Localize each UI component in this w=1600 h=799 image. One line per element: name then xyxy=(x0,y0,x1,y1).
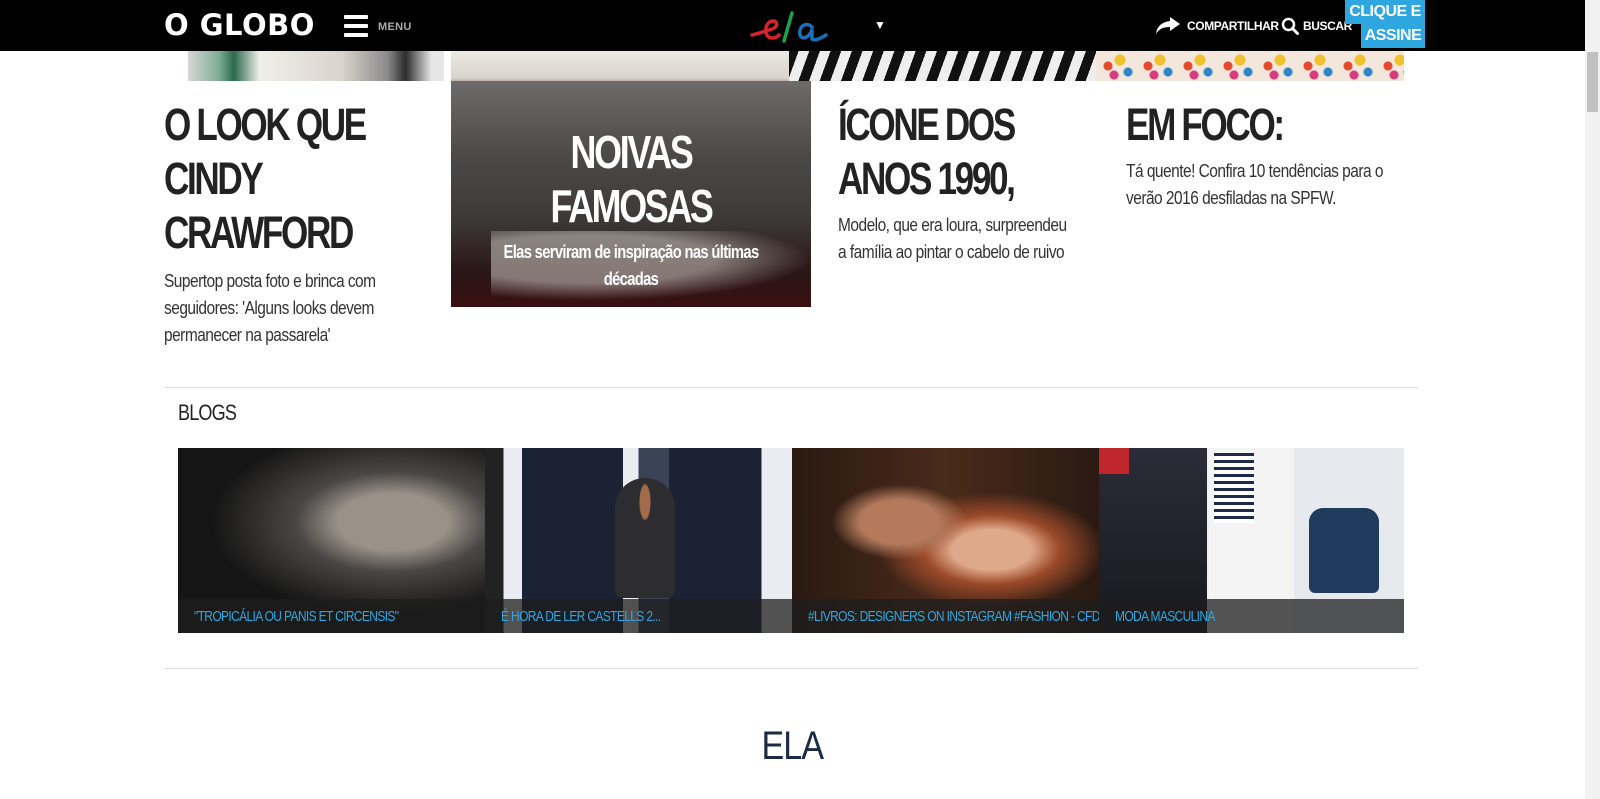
blog-card-caption-bar: É HORA DE LER CASTELLS 2... xyxy=(485,599,792,633)
story-em-foco[interactable]: EM FOCO: Tá quente! Confira 10 tendência… xyxy=(1126,98,1386,212)
story-icone-anos-1990[interactable]: ÍCONE DOS ANOS 1990, Modelo, que era lou… xyxy=(838,98,1088,266)
blog-card-caption-bar: "TROPICÁLIA OU PANIS ET CIRCENSIS" xyxy=(178,599,485,633)
blog-card-caption[interactable]: "TROPICÁLIA OU PANIS ET CIRCENSIS" xyxy=(194,608,399,625)
blog-card-caption[interactable]: MODA MASCULINA xyxy=(1115,608,1215,625)
section-heading-ela: ELA xyxy=(761,724,825,768)
blog-card[interactable]: "TROPICÁLIA OU PANIS ET CIRCENSIS" xyxy=(178,448,485,633)
section-divider xyxy=(164,387,1418,388)
story-dek: Tá quente! Confira 10 tendências para o … xyxy=(1126,161,1384,208)
striped-shirt-image xyxy=(1214,453,1254,523)
subscribe-button[interactable]: CLIQUE E ASSINE xyxy=(1345,0,1425,49)
blog-card[interactable]: MODA MASCULINA xyxy=(1099,448,1404,633)
blogs-section-title: BLOGS xyxy=(178,400,237,425)
backpack-image xyxy=(1309,508,1379,593)
share-arrow-icon xyxy=(1156,17,1180,34)
story-headline[interactable]: ÍCONE DOS ANOS 1990, xyxy=(838,98,1033,206)
blog-card-person xyxy=(615,478,675,598)
hamburger-menu-icon[interactable] xyxy=(344,15,368,37)
story-cindy-crawford[interactable]: O LOOK QUE CINDY CRAWFORD Supertop posta… xyxy=(164,98,434,349)
section-dropdown-caret-icon[interactable]: ▼ xyxy=(874,18,886,32)
subscribe-line-1: CLIQUE E xyxy=(1345,0,1425,24)
blogs-carousel: "TROPICÁLIA OU PANIS ET CIRCENSIS" É HOR… xyxy=(178,448,1404,633)
ela-section-logo[interactable] xyxy=(748,7,838,47)
feature-dek: Elas serviram de inspiração nas últimas … xyxy=(503,242,760,289)
blog-card[interactable]: #LIVROS: DESIGNERS ON INSTAGRAM #FASHION… xyxy=(792,448,1099,633)
blog-card[interactable]: É HORA DE LER CASTELLS 2... xyxy=(485,448,792,633)
story-dek: Modelo, que era loura, surpreendeu a fam… xyxy=(838,215,1067,262)
share-label: COMPARTILHAR xyxy=(1187,19,1279,33)
blog-card-caption[interactable]: #LIVROS: DESIGNERS ON INSTAGRAM #FASHION… xyxy=(808,608,1099,625)
story-noivas-famosas[interactable]: NOIVAS FAMOSAS Elas serviram de inspiraç… xyxy=(451,81,811,307)
magazine-cover-masthead xyxy=(1099,448,1129,474)
menu-label[interactable]: MENU xyxy=(378,21,412,33)
subscribe-line-2: ASSINE xyxy=(1361,24,1425,48)
o-globo-logo[interactable]: O GLOBO xyxy=(164,8,315,42)
story-image-cindy[interactable] xyxy=(188,51,444,81)
story-dek: Supertop posta foto e brinca com seguido… xyxy=(164,271,376,345)
search-icon xyxy=(1281,17,1299,35)
story-headline[interactable]: EM FOCO: xyxy=(1126,98,1329,152)
top-navigation-bar: O GLOBO MENU ▼ COMPARTILHAR BUSCAR CLIQU… xyxy=(0,0,1585,51)
scrollbar-thumb[interactable] xyxy=(1587,52,1598,112)
story-image-icone[interactable] xyxy=(788,51,1096,81)
story-headline[interactable]: O LOOK QUE CINDY CRAWFORD xyxy=(164,98,375,260)
page-scrollbar[interactable] xyxy=(1585,0,1600,799)
feature-headline: NOIVAS FAMOSAS xyxy=(550,126,713,232)
story-image-em-foco[interactable] xyxy=(1096,51,1404,81)
blog-card-caption[interactable]: É HORA DE LER CASTELLS 2... xyxy=(501,608,661,625)
section-divider xyxy=(164,668,1418,669)
blog-card-caption-bar: #LIVROS: DESIGNERS ON INSTAGRAM #FASHION… xyxy=(792,599,1099,633)
blog-card-caption-bar: MODA MASCULINA xyxy=(1099,599,1404,633)
